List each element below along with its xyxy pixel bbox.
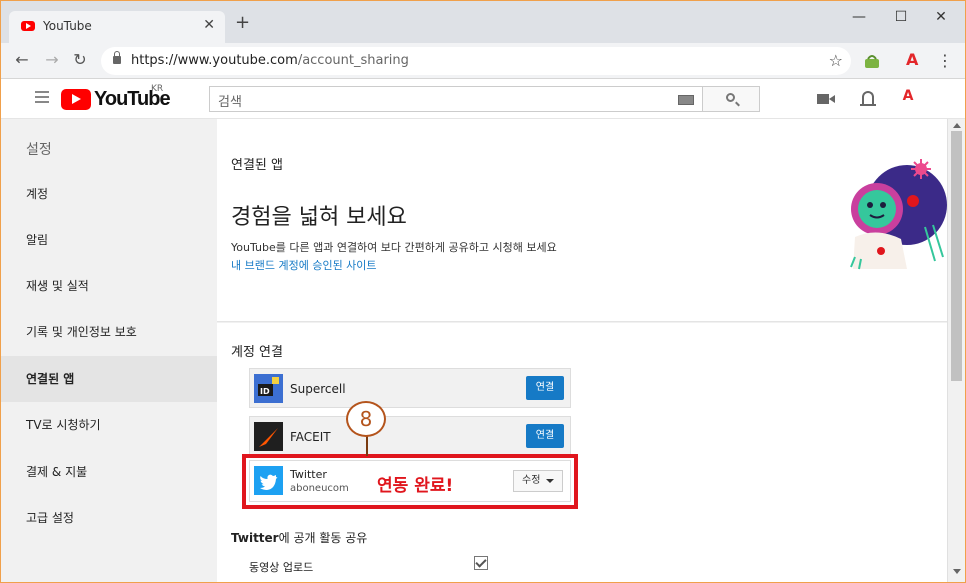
- brand-account-link[interactable]: 내 브랜드 계정에 승인된 사이트: [231, 257, 377, 273]
- search-input[interactable]: 검색: [209, 86, 703, 112]
- sidebar-item-connected-apps[interactable]: 연결된 앱: [1, 356, 217, 402]
- url-text[interactable]: https://www.youtube.com/account_sharing: [131, 53, 409, 68]
- public-activity-share-title: Twitter에 공개 활동 공유: [231, 531, 368, 545]
- connect-button-faceit[interactable]: 연결: [526, 424, 564, 448]
- svg-text:ID: ID: [260, 387, 270, 396]
- intro-heading: 경험을 넓혀 보세요: [231, 205, 407, 230]
- sidebar-item-notifications[interactable]: 알림: [1, 217, 217, 263]
- address-bar[interactable]: https://www.youtube.com/account_sharing …: [101, 47, 851, 75]
- settings-sidebar: 설정 계정 알림 재생 및 실적 기록 및 개인정보 보호 연결된 앱 TV로 …: [1, 119, 217, 582]
- maximize-button[interactable]: ☐: [891, 9, 911, 25]
- notifications-bell-icon[interactable]: [860, 91, 876, 106]
- scroll-down-arrow-icon[interactable]: [953, 569, 961, 574]
- accounts-section-title: 계정 연결: [231, 345, 283, 360]
- search-icon: [726, 93, 735, 102]
- character-illustration: [850, 159, 947, 270]
- youtube-play-icon: [61, 89, 91, 110]
- title-bar: YouTube ✕ + — ☐ ✕: [1, 1, 965, 43]
- extension-icon[interactable]: [863, 52, 881, 70]
- connection-row-supercell: ID Supercell 연결: [249, 368, 571, 408]
- reload-icon[interactable]: ↻: [71, 51, 89, 69]
- youtube-header: YouTube KR 검색 A: [1, 79, 965, 119]
- account-name: Supercell: [290, 382, 346, 396]
- upload-video-icon[interactable]: [817, 94, 835, 104]
- avatar[interactable]: A: [898, 88, 918, 108]
- sidebar-item-watch-on-tv[interactable]: TV로 시청하기: [1, 402, 217, 448]
- sidebar-item-billing[interactable]: 결제 & 지불: [1, 449, 217, 495]
- region-label: KR: [151, 84, 164, 94]
- tab-close-icon[interactable]: ✕: [203, 17, 215, 33]
- upload-video-label: 동영상 업로드: [249, 561, 314, 574]
- browser-window: YouTube ✕ + — ☐ ✕ ← → ↻ https://www.yout…: [0, 0, 966, 583]
- hamburger-menu-icon[interactable]: [35, 91, 49, 103]
- lock-icon[interactable]: [113, 51, 121, 64]
- scroll-up-arrow-icon[interactable]: [953, 123, 961, 128]
- main-content: 연결된 앱 경험을 넓혀 보세요 YouTube를 다른 앱과 연결하여 보다 …: [217, 119, 947, 582]
- account-connections-card: 계정 연결 ID Supercell 연결 FACEIT 연결 Twitter …: [217, 323, 947, 582]
- intro-description: YouTube를 다른 앱과 연결하여 보다 간편하게 공유하고 시청해 보세요: [231, 241, 557, 254]
- page-title: 연결된 앱: [231, 158, 283, 173]
- minimize-button[interactable]: —: [849, 9, 869, 25]
- faceit-icon: [254, 422, 283, 451]
- adobe-extension-icon[interactable]: A: [906, 50, 918, 69]
- annotation-complete-text: 연동 완료!: [377, 476, 454, 496]
- page-scrollbar[interactable]: [947, 119, 965, 582]
- annotation-step-number: 8: [346, 401, 386, 437]
- connected-apps-intro-card: 연결된 앱 경험을 넓혀 보세요 YouTube를 다른 앱과 연결하여 보다 …: [217, 119, 947, 322]
- tab-title: YouTube: [43, 19, 92, 33]
- search-button[interactable]: [702, 86, 760, 112]
- connect-button-supercell[interactable]: 연결: [526, 376, 564, 400]
- sidebar-title: 설정: [26, 142, 52, 158]
- forward-arrow-icon[interactable]: →: [43, 51, 61, 69]
- keyboard-icon[interactable]: [678, 95, 694, 105]
- bookmark-star-icon[interactable]: ☆: [829, 51, 843, 70]
- youtube-favicon-icon: [21, 21, 35, 31]
- connection-row-faceit: FACEIT 연결: [249, 416, 571, 456]
- scrollbar-thumb[interactable]: [951, 131, 962, 381]
- account-name: FACEIT: [290, 430, 331, 444]
- sidebar-item-history-privacy[interactable]: 기록 및 개인정보 보호: [1, 309, 217, 355]
- browser-menu-icon[interactable]: ⋮: [937, 51, 953, 70]
- sidebar-item-account[interactable]: 계정: [1, 171, 217, 217]
- new-tab-button[interactable]: +: [235, 14, 250, 32]
- browser-toolbar: ← → ↻ https://www.youtube.com/account_sh…: [1, 43, 965, 79]
- supercell-id-icon: ID: [254, 374, 283, 403]
- sidebar-item-playback[interactable]: 재생 및 실적: [1, 263, 217, 309]
- annotation-connector-line: [366, 436, 368, 456]
- search-placeholder: 검색: [218, 95, 242, 110]
- sidebar-item-advanced[interactable]: 고급 설정: [1, 495, 217, 541]
- close-window-button[interactable]: ✕: [931, 9, 951, 25]
- back-arrow-icon[interactable]: ←: [13, 51, 31, 69]
- upload-video-checkbox[interactable]: [474, 556, 488, 570]
- browser-tab[interactable]: YouTube ✕: [9, 11, 225, 43]
